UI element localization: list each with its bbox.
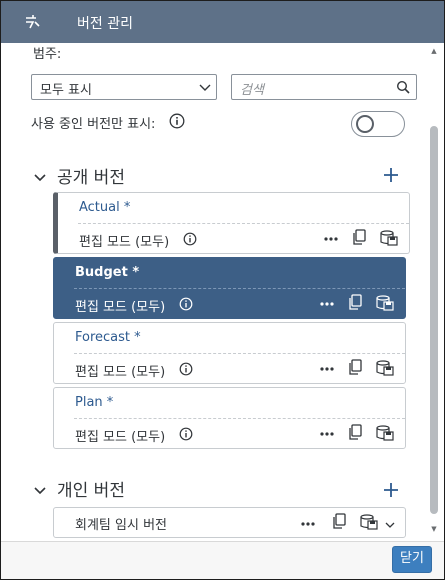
version-mode: 편집 모드 (모두) — [75, 430, 166, 445]
version-name: Budget * — [75, 265, 140, 280]
more-options-icon[interactable] — [319, 361, 335, 375]
private-version-row[interactable]: 회계팀 임시 버전 — [53, 507, 406, 538]
publish-version-icon[interactable] — [376, 360, 394, 376]
divider — [74, 418, 405, 419]
version-name: Forecast * — [75, 330, 141, 345]
public-versions-title: 공개 버전 — [57, 168, 125, 188]
version-card-actual[interactable]: Actual * 편집 모드 (모두) — [53, 192, 410, 254]
version-card-plan[interactable]: Plan * 편집 모드 (모두) — [53, 387, 406, 449]
dialog-title: 버전 관리 — [77, 16, 133, 32]
divider — [74, 353, 405, 354]
more-options-icon[interactable] — [323, 231, 339, 245]
info-icon[interactable] — [179, 296, 193, 311]
info-icon[interactable] — [179, 361, 193, 376]
version-mode: 편집 모드 (모두) — [79, 235, 170, 250]
info-icon[interactable] — [169, 113, 185, 129]
publish-version-icon[interactable] — [376, 425, 394, 441]
info-icon[interactable] — [183, 231, 197, 246]
copy-version-icon[interactable] — [347, 359, 363, 376]
scrollbar-thumb[interactable] — [430, 126, 438, 514]
chevron-down-icon — [198, 79, 212, 93]
publish-version-icon[interactable] — [380, 230, 398, 246]
version-mode: 편집 모드 (모두) — [75, 300, 166, 315]
version-card-forecast[interactable]: Forecast * 편집 모드 (모두) — [53, 322, 406, 384]
copy-version-icon[interactable] — [351, 229, 367, 246]
private-versions-title: 개인 버전 — [57, 481, 125, 501]
copy-version-icon[interactable] — [347, 294, 363, 311]
more-options-icon[interactable] — [319, 426, 335, 440]
more-options-icon[interactable] — [300, 516, 316, 530]
search-icon[interactable] — [396, 79, 410, 94]
publish-version-icon[interactable] — [376, 295, 394, 311]
category-select-value: 모두 표시 — [40, 83, 92, 98]
chevron-down-icon[interactable] — [33, 483, 47, 497]
show-in-use-label: 사용 중인 버전만 표시: — [31, 117, 156, 132]
divider — [78, 223, 409, 224]
scroll-down-arrow[interactable]: ▼ — [430, 525, 438, 533]
add-private-version-button[interactable] — [383, 482, 399, 498]
category-label: 범주: — [33, 47, 62, 62]
dialog-header: 버전 관리 — [1, 1, 444, 43]
version-card-budget[interactable]: Budget * 편집 모드 (모두) — [53, 257, 406, 319]
copy-version-icon[interactable] — [331, 513, 347, 530]
divider — [74, 288, 405, 289]
dialog-footer — [1, 541, 444, 579]
version-management-dialog: 버전 관리 범주: 모두 표시 검색 사용 중인 버전만 표시: 공개 버전 A… — [0, 0, 445, 580]
show-in-use-toggle[interactable] — [351, 111, 405, 137]
version-name: 회계팀 임시 버전 — [75, 518, 167, 533]
chevron-down-icon[interactable] — [33, 170, 47, 184]
publish-version-icon[interactable] — [360, 514, 378, 530]
search-placeholder: 검색 — [240, 83, 264, 98]
search-input[interactable]: 검색 — [231, 74, 417, 100]
category-select[interactable]: 모두 표시 — [31, 74, 217, 100]
close-button[interactable]: 닫기 — [392, 546, 432, 573]
version-name: Plan * — [75, 395, 114, 410]
versions-icon — [23, 12, 45, 32]
info-icon[interactable] — [179, 426, 193, 441]
chevron-down-icon[interactable] — [384, 516, 396, 528]
more-options-icon[interactable] — [319, 296, 335, 310]
copy-version-icon[interactable] — [347, 424, 363, 441]
add-public-version-button[interactable] — [383, 167, 399, 183]
scroll-up-arrow[interactable]: ▲ — [430, 47, 438, 55]
version-mode: 편집 모드 (모두) — [75, 365, 166, 380]
version-name: Actual * — [79, 200, 131, 215]
toggle-knob — [356, 115, 374, 133]
